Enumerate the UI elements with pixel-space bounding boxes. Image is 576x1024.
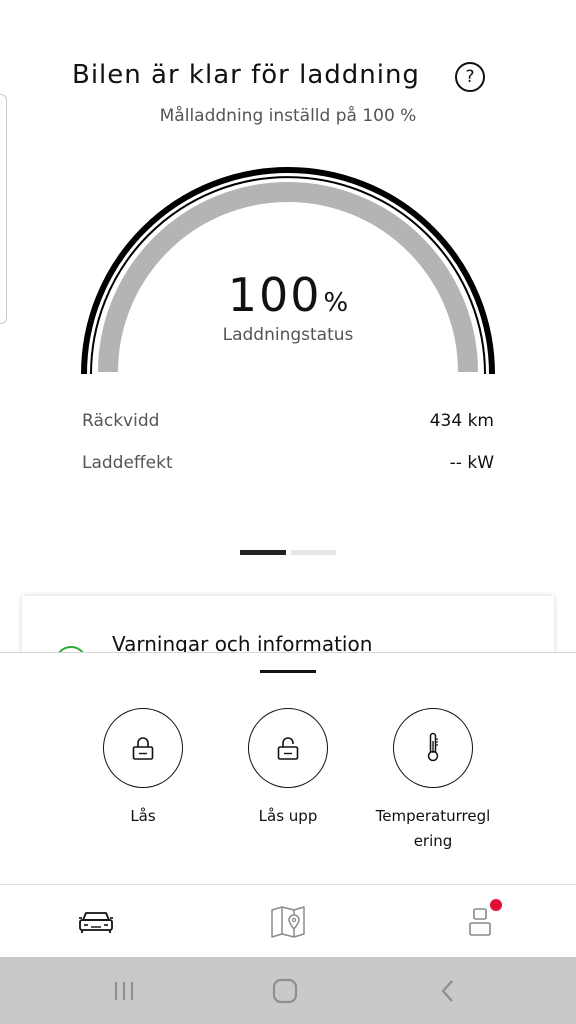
tab-map[interactable] [192,885,384,958]
recent-apps-icon [114,982,134,1000]
range-value: 434 km [429,411,494,431]
charging-power-label: Laddeffekt [82,453,173,473]
home-button[interactable] [255,973,315,1009]
climate-label: Temperaturreglering [375,807,491,850]
unlock-action[interactable]: Lås upp [218,708,358,829]
tab-profile[interactable] [384,885,576,958]
page-title: Bilen är klar för laddning [72,60,420,90]
lock-action[interactable]: Lås [73,708,213,829]
climate-action[interactable]: Temperaturreglering [363,708,503,854]
tab-vehicle[interactable] [0,885,192,958]
notification-badge [490,899,502,911]
bottom-tab-bar [0,884,576,958]
target-charge-subtitle: Målladdning inställd på 100 % [159,106,417,126]
unlock-icon [277,737,299,760]
lock-icon [132,737,154,760]
home-icon [272,978,298,1004]
range-label: Räckvidd [82,411,160,431]
lock-label: Lås [130,807,156,825]
back-icon [441,980,453,1002]
climate-button[interactable] [393,708,473,788]
map-icon [271,905,305,938]
unlock-button[interactable] [248,708,328,788]
pager-indicator-inactive[interactable] [291,550,336,555]
system-navigation-bar [0,957,576,1024]
charging-power-value: -- kW [449,453,494,473]
recent-apps-button[interactable] [94,973,154,1009]
help-button[interactable]: ? [455,62,485,92]
thermometer-icon [427,732,439,762]
unlock-label: Lås upp [258,807,318,825]
back-button[interactable] [417,973,477,1009]
pager-indicator-active[interactable] [240,550,286,555]
lock-button[interactable] [103,708,183,788]
charge-status-label: Laddningstatus [222,325,354,345]
charge-percent-value: 100 [227,268,322,322]
sheet-drag-handle[interactable] [260,670,316,673]
user-icon [469,907,491,936]
help-icon: ? [465,67,475,87]
charge-percent: 100% [0,268,576,322]
quick-actions-sheet: Lås Lås upp Temperaturreglering [0,652,576,885]
charge-percent-unit: % [323,288,349,318]
app-screen: Bilen är klar för laddning ? Målladdning… [0,0,576,1024]
car-icon [79,911,113,933]
